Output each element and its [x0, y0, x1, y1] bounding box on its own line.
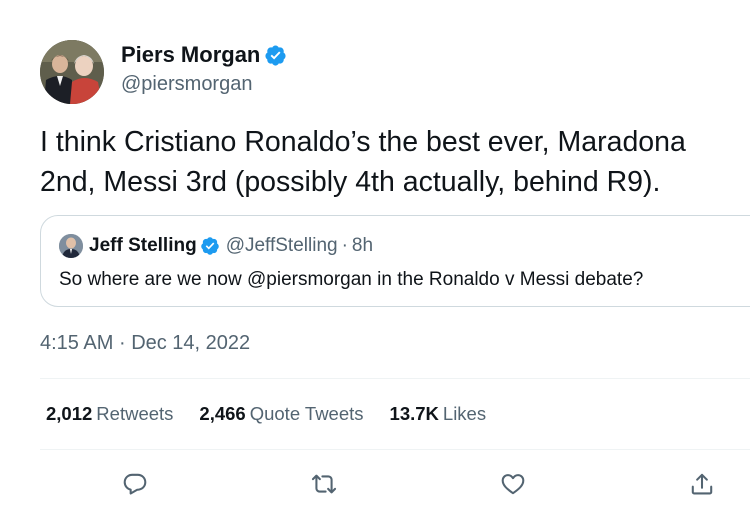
reply-button[interactable]	[117, 466, 153, 502]
tweet-time[interactable]: 4:15 AM	[40, 332, 113, 354]
quoted-author-name[interactable]: Jeff Stelling	[89, 235, 197, 257]
quoted-verified-badge-icon	[200, 237, 219, 255]
quote-tweets-count: 2,466	[199, 403, 246, 424]
likes-count: 13.7K	[389, 403, 439, 424]
share-button[interactable]	[684, 466, 720, 502]
retweet-button[interactable]	[306, 466, 342, 502]
tweet-timestamp[interactable]: 4:15 AM · Dec 14, 2022	[40, 332, 250, 355]
divider-top	[40, 378, 750, 379]
tweet-text-line-2: 2nd, Messi 3rd (possibly 4th actually, b…	[40, 166, 661, 198]
tweet-stats: 2,012 Retweets 2,466 Quote Tweets 13.7K Lik…	[46, 403, 512, 425]
quoted-tweet-time[interactable]: 8h	[352, 235, 373, 257]
author-name-row[interactable]: Piers Morgan	[121, 42, 287, 68]
tweet-date[interactable]: Dec 14, 2022	[131, 332, 250, 354]
author-name[interactable]: Piers Morgan	[121, 42, 260, 68]
likes-stat[interactable]: 13.7K Likes	[390, 403, 487, 425]
reply-icon	[123, 473, 147, 495]
quote-tweets-label: Quote Tweets	[249, 403, 364, 424]
verified-badge-icon	[265, 44, 286, 66]
tweet-text-line-1: I think Cristiano Ronaldo’s the best eve…	[40, 126, 686, 158]
quoted-tweet-card[interactable]: Jeff Stelling @JeffStelling · 8h So wher…	[40, 215, 750, 307]
timestamp-separator: ·	[118, 332, 126, 354]
quoted-author-handle[interactable]: @JeffStelling	[226, 235, 338, 257]
share-icon	[691, 473, 713, 495]
likes-label: Likes	[442, 403, 487, 424]
author-handle[interactable]: @piersmorgan	[121, 73, 252, 96]
quoted-tweet-text: So where are we now @piersmorgan in the …	[59, 269, 644, 290]
quoted-separator: ·	[341, 235, 348, 256]
retweets-count: 2,012	[46, 403, 93, 424]
author-avatar[interactable]	[40, 40, 104, 104]
retweets-stat[interactable]: 2,012 Retweets	[46, 403, 173, 425]
tweet-text: I think Cristiano Ronaldo’s the best eve…	[40, 122, 750, 202]
quote-tweets-stat[interactable]: 2,466 Quote Tweets	[199, 403, 363, 425]
like-icon	[501, 474, 525, 495]
quoted-author-avatar	[59, 234, 83, 258]
divider-bottom	[40, 449, 750, 450]
avatar-photo	[40, 40, 104, 104]
tweet-action-bar	[40, 466, 750, 502]
quoted-avatar-photo	[59, 234, 83, 258]
retweet-icon	[311, 474, 337, 494]
retweets-label: Retweets	[96, 403, 174, 424]
like-button[interactable]	[495, 466, 531, 502]
quoted-tweet-header: Jeff Stelling @JeffStelling · 8h	[59, 234, 373, 258]
